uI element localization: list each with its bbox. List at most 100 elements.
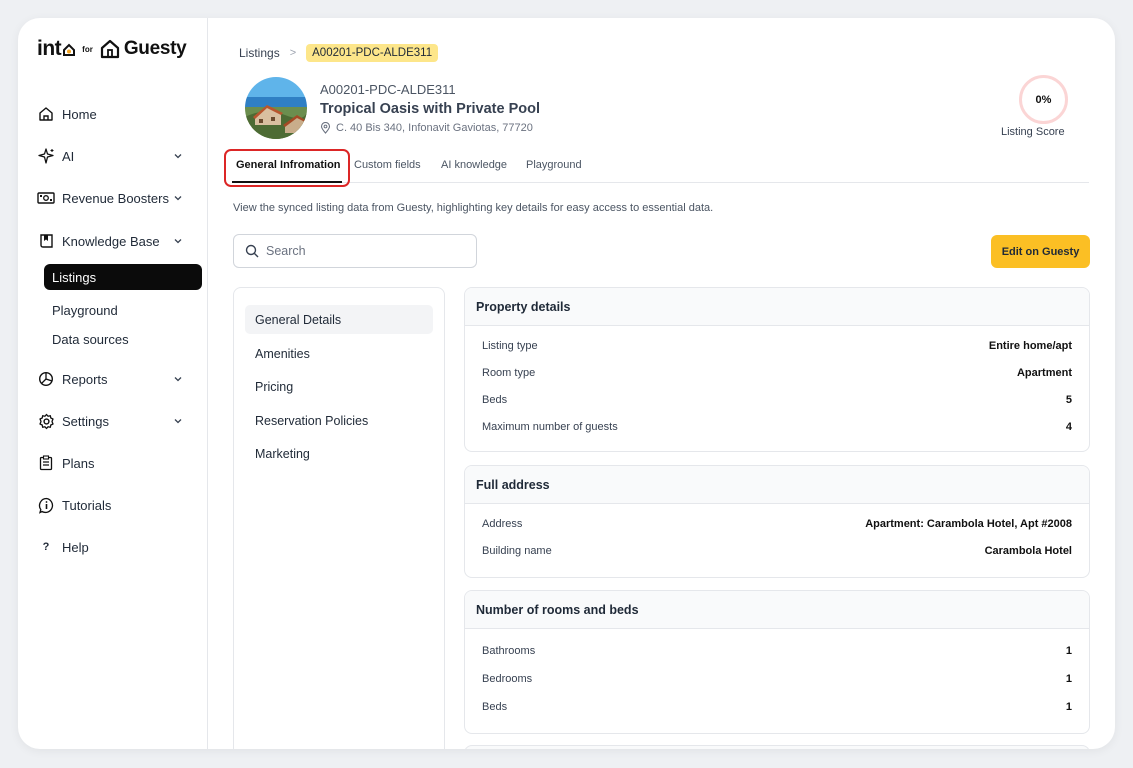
tab-ai-knowledge[interactable]: AI knowledge bbox=[441, 159, 507, 171]
nav-plans-label: Plans bbox=[62, 455, 95, 471]
detail-key: Address bbox=[482, 518, 523, 530]
nav-settings-label: Settings bbox=[62, 413, 109, 429]
detail-value: 1 bbox=[1065, 645, 1072, 657]
tab-highlight-outline bbox=[224, 149, 350, 187]
rooms-and-beds-card: Number of rooms and beds Bathrooms 1 Bedr… bbox=[464, 590, 1090, 734]
breadcrumb-root[interactable]: Listings bbox=[239, 46, 280, 60]
detail-value: 5 bbox=[1065, 394, 1072, 406]
pie-chart-icon bbox=[37, 370, 55, 388]
nav-revenue-boosters[interactable]: Revenue Boosters bbox=[37, 186, 193, 210]
nav-knowledge-base[interactable]: Knowledge Base bbox=[37, 229, 193, 253]
nav-tutorials[interactable]: Tutorials bbox=[37, 493, 193, 517]
search-input[interactable]: Search bbox=[233, 234, 477, 268]
detail-row: Room type Apartment bbox=[482, 367, 1072, 379]
sidebar-item-data-sources-label: Data sources bbox=[52, 331, 129, 347]
question-icon: ? bbox=[42, 541, 50, 553]
detail-value: 1 bbox=[1065, 701, 1072, 713]
tab-playground[interactable]: Playground bbox=[526, 159, 582, 171]
detail-key: Bedrooms bbox=[482, 673, 533, 685]
sidebar-item-playground-label: Playground bbox=[52, 302, 118, 318]
detail-value: 4 bbox=[1065, 421, 1072, 433]
book-icon bbox=[37, 232, 55, 250]
detail-value: Carambola Hotel bbox=[984, 545, 1072, 557]
section-nav-marketing[interactable]: Marketing bbox=[245, 439, 433, 468]
sidebar-item-playground[interactable]: Playground bbox=[44, 297, 202, 323]
logo-guesty: Guesty bbox=[123, 38, 187, 59]
property-details-card: Property details Listing type Entire home… bbox=[464, 287, 1090, 452]
detail-row: Address Apartment: Carambola Hotel, Apt #… bbox=[482, 518, 1072, 530]
sidebar-item-data-sources[interactable]: Data sources bbox=[44, 326, 202, 352]
main-content: Listings > A00201-PDC-ALDE311 A00201-PDC… bbox=[208, 18, 1115, 749]
detail-value: 1 bbox=[1065, 673, 1072, 685]
full-address-card: Full address Address Apartment: Carambola… bbox=[464, 465, 1090, 578]
chevron-down-icon bbox=[174, 239, 182, 244]
detail-value: Entire home/apt bbox=[988, 340, 1072, 352]
tab-bar: General Infromation Custom fields AI kno… bbox=[232, 154, 1089, 183]
detail-row: Listing type Entire home/apt bbox=[482, 340, 1072, 352]
section-nav-reservation-policies[interactable]: Reservation Policies bbox=[245, 406, 433, 435]
listing-score-value: 0% bbox=[1035, 93, 1052, 106]
detail-value: Apartment: Carambola Hotel, Apt #2008 bbox=[865, 518, 1072, 530]
detail-row: Beds 1 bbox=[482, 701, 1072, 713]
logo-into: int bbox=[37, 37, 76, 61]
clipboard-icon bbox=[37, 454, 55, 472]
listing-title: Tropical Oasis with Private Pool bbox=[320, 101, 540, 117]
tab-custom-fields[interactable]: Custom fields bbox=[354, 159, 421, 171]
nav-ai-label: AI bbox=[62, 148, 75, 164]
section-nav-general-details[interactable]: General Details bbox=[245, 305, 433, 334]
sidebar: int for Guesty Home AI Revenue Boosters … bbox=[18, 18, 208, 749]
edit-on-guesty-button[interactable]: Edit on Guesty bbox=[991, 235, 1090, 268]
location-pin-icon bbox=[320, 122, 331, 134]
nav-tutorials-label: Tutorials bbox=[62, 497, 112, 513]
logo-into-text: int bbox=[37, 37, 62, 60]
detail-row: Bedrooms 1 bbox=[482, 673, 1072, 685]
nav-home[interactable]: Home bbox=[37, 102, 193, 126]
nav-revenue-label: Revenue Boosters bbox=[62, 190, 169, 206]
listing-score-ring: 0% bbox=[1019, 75, 1068, 124]
search-icon bbox=[245, 244, 259, 258]
sidebar-item-listings-label: Listings bbox=[52, 269, 97, 285]
sidebar-item-listings[interactable]: Listings bbox=[44, 264, 202, 290]
card-title: Property details bbox=[465, 288, 1089, 326]
detail-key: Beds bbox=[482, 701, 508, 713]
guesty-house-icon bbox=[100, 39, 119, 59]
section-nav: General Details Amenities Pricing Reserv… bbox=[233, 287, 445, 749]
sparkle-icon bbox=[37, 147, 55, 165]
detail-key: Building name bbox=[482, 545, 552, 557]
detail-key: Maximum number of guests bbox=[482, 421, 618, 433]
chevron-right-icon: > bbox=[289, 47, 297, 59]
detail-row: Beds 5 bbox=[482, 394, 1072, 406]
nav-plans[interactable]: Plans bbox=[37, 451, 193, 475]
detail-row: Building name Carambola Hotel bbox=[482, 545, 1072, 557]
nav-help[interactable]: ? Help bbox=[37, 535, 193, 559]
nav-help-label: Help bbox=[62, 539, 89, 555]
nav-reports[interactable]: Reports bbox=[37, 367, 193, 391]
detail-key: Listing type bbox=[482, 340, 538, 352]
nav-ai[interactable]: AI bbox=[37, 144, 193, 168]
listing-code: A00201-PDC-ALDE311 bbox=[320, 82, 456, 97]
chevron-down-icon bbox=[174, 154, 182, 159]
detail-row: Maximum number of guests 4 bbox=[482, 421, 1072, 433]
listing-address: C. 40 Bis 340, Infonavit Gaviotas, 77720 bbox=[320, 122, 533, 134]
listing-score-label: Listing Score bbox=[1001, 126, 1065, 138]
card-title: Number of rooms and beds bbox=[465, 591, 1089, 629]
detail-key: Room type bbox=[482, 367, 536, 379]
nav-settings[interactable]: Settings bbox=[37, 409, 193, 433]
card-title: Full address bbox=[465, 466, 1089, 504]
detail-key: Bathrooms bbox=[482, 645, 536, 657]
app-window: int for Guesty Home AI Revenue Boosters … bbox=[18, 18, 1115, 749]
gear-icon bbox=[37, 412, 55, 430]
logo[interactable]: int for Guesty bbox=[37, 37, 187, 61]
section-nav-amenities[interactable]: Amenities bbox=[245, 339, 433, 368]
listing-address-text: C. 40 Bis 340, Infonavit Gaviotas, 77720 bbox=[336, 122, 533, 134]
logo-for: for bbox=[82, 44, 93, 54]
breadcrumb: Listings > A00201-PDC-ALDE311 bbox=[239, 44, 439, 62]
section-nav-pricing[interactable]: Pricing bbox=[245, 372, 433, 401]
page-description: View the synced listing data from Guesty… bbox=[233, 202, 714, 214]
tutorial-info-icon bbox=[37, 496, 55, 514]
chevron-down-icon bbox=[174, 419, 182, 424]
nav-reports-label: Reports bbox=[62, 371, 108, 387]
nav-home-label: Home bbox=[62, 106, 97, 122]
next-card-peek bbox=[464, 745, 1090, 749]
chevron-down-icon bbox=[174, 196, 182, 201]
